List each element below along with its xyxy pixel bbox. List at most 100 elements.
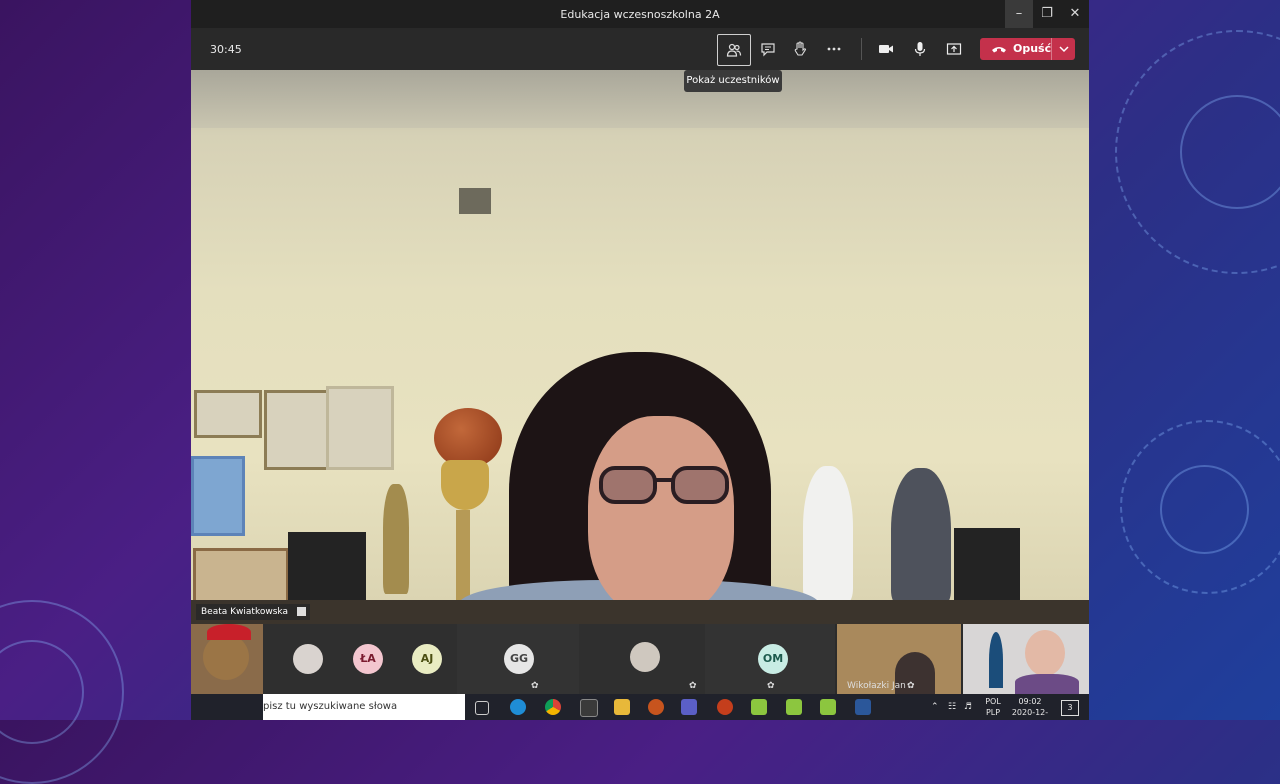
clock[interactable]: 09:02 2020-12-09	[1007, 696, 1053, 720]
show-participants-button[interactable]	[717, 34, 751, 66]
notifications-icon[interactable]: 3	[1061, 700, 1079, 716]
participant-tile[interactable]: ✿	[579, 624, 705, 694]
participant-video-tile[interactable]: Wikołazki Jan ✿	[837, 624, 961, 694]
participant-name: Wikołazki Jan	[847, 681, 906, 691]
volume-icon[interactable]: ♬	[964, 702, 972, 713]
language-bottom: PLP	[985, 708, 1001, 717]
chat-button[interactable]	[752, 34, 784, 64]
more-actions-button[interactable]	[818, 34, 850, 64]
christmas-tree-image	[989, 632, 1003, 688]
participant-avatar[interactable]: AJ	[412, 644, 442, 674]
participant-tile-group: ŁA AJ	[263, 624, 457, 694]
mic-off-icon: ✿	[531, 681, 539, 691]
video-angel-figurine	[891, 468, 951, 604]
title-bar: Edukacja wczesnoszkolna 2A – ❐ ✕	[191, 0, 1089, 28]
participant-video-image	[1025, 630, 1065, 676]
taskbar-search-placeholder: pisz tu wyszukiwane słowa	[263, 701, 398, 712]
task-view-icon[interactable]	[475, 701, 489, 715]
file-explorer-icon[interactable]	[614, 699, 630, 715]
participant-photo-avatar[interactable]	[293, 644, 323, 674]
app-icon[interactable]	[786, 699, 802, 715]
app-icon[interactable]	[820, 699, 836, 715]
teams-icon[interactable]	[681, 699, 697, 715]
participant-video-image	[1015, 674, 1079, 694]
teams-meeting-window: Edukacja wczesnoszkolna 2A – ❐ ✕ 30:45 O…	[191, 0, 1089, 720]
app-icon[interactable]	[751, 699, 767, 715]
camera-button[interactable]	[870, 34, 902, 64]
hand-icon	[794, 41, 807, 56]
language-indicator[interactable]: POL PLP	[981, 696, 1005, 718]
video-wall-vent	[459, 188, 491, 214]
chevron-up-icon[interactable]: ⌃	[931, 702, 939, 713]
chrome-icon[interactable]	[545, 699, 561, 715]
notifications-count: 3	[1067, 703, 1073, 712]
video-poster	[191, 456, 245, 536]
pin-icon	[296, 607, 306, 616]
video-corkboard	[193, 548, 289, 606]
participant-photo-avatar	[630, 642, 660, 672]
powerpoint-icon[interactable]	[717, 699, 733, 715]
chat-icon	[761, 43, 775, 57]
video-speaker	[288, 532, 366, 600]
video-ceiling	[191, 70, 1089, 128]
main-video-name-badge: Beata Kwiatkowska	[196, 604, 310, 620]
video-angel-figurine	[803, 466, 853, 602]
participant-video-tile[interactable]	[963, 624, 1089, 694]
video-person-glasses	[599, 466, 729, 504]
participants-tooltip: Pokaż uczestników	[684, 70, 782, 92]
close-button[interactable]: ✕	[1061, 0, 1089, 28]
clock-date: 2020-12-09	[1011, 708, 1049, 720]
video-person-face	[588, 416, 734, 616]
microphone-button[interactable]	[904, 34, 936, 64]
word-icon[interactable]	[855, 699, 871, 715]
clock-time: 09:02	[1018, 697, 1042, 706]
leave-button[interactable]: Opuść	[980, 38, 1075, 60]
share-screen-icon	[946, 43, 962, 55]
video-trophy-stand	[456, 510, 470, 600]
camera-icon	[879, 45, 893, 53]
media-player-icon[interactable]	[648, 699, 664, 715]
video-trophy	[441, 460, 489, 510]
windows-taskbar: pisz tu wyszukiwane słowa ⌃ ☷ ♬ POL PLP …	[191, 694, 1089, 720]
window-title: Edukacja wczesnoszkolna 2A	[560, 8, 720, 21]
video-certificate	[326, 386, 394, 470]
participants-icon	[726, 43, 742, 57]
participant-tile[interactable]: OM ✿	[705, 624, 835, 694]
meeting-timer: 30:45	[210, 43, 242, 56]
participant-video-tile[interactable]	[191, 624, 263, 694]
more-icon	[827, 47, 841, 51]
taskbar-search-box[interactable]: pisz tu wyszukiwane słowa	[263, 694, 465, 720]
meeting-toolbar: 30:45 Opuść	[191, 28, 1089, 70]
leave-label: Opuść	[1013, 42, 1052, 55]
share-screen-button[interactable]	[938, 34, 970, 64]
maximize-button[interactable]: ❐	[1033, 0, 1061, 28]
participants-strip: ŁA AJ GG ✿ ✿ OM ✿ Wikołazki Jan ✿	[191, 624, 1089, 694]
mic-off-icon: ✿	[689, 681, 697, 691]
language-top: POL	[985, 697, 1001, 706]
store-icon[interactable]	[580, 699, 598, 717]
chevron-down-icon	[1059, 46, 1069, 53]
participant-avatar: OM	[758, 644, 788, 674]
video-speaker	[954, 528, 1020, 600]
minimize-button[interactable]: –	[1005, 0, 1033, 28]
participant-avatar[interactable]: ŁA	[353, 644, 383, 674]
mic-off-icon: ✿	[767, 681, 775, 691]
edge-icon[interactable]	[510, 699, 526, 715]
video-certificate	[194, 390, 262, 438]
main-video-participant-name: Beata Kwiatkowska	[201, 607, 288, 617]
teddy-bear-image	[203, 634, 249, 680]
santa-hat-image	[207, 624, 251, 640]
raise-hand-button[interactable]	[784, 34, 816, 64]
network-icon[interactable]: ☷	[948, 702, 956, 713]
video-trophy	[383, 484, 409, 594]
microphone-icon	[914, 42, 926, 56]
video-certificate	[264, 390, 332, 470]
mic-off-icon: ✿	[907, 681, 915, 691]
video-shelf	[191, 600, 1089, 624]
toolbar-separator	[861, 38, 862, 60]
participant-avatar: GG	[504, 644, 534, 674]
participant-tile[interactable]: GG ✿	[457, 624, 579, 694]
video-basketball	[434, 408, 502, 468]
main-video-feed[interactable]	[191, 70, 1089, 624]
leave-options-dropdown[interactable]	[1051, 38, 1076, 60]
